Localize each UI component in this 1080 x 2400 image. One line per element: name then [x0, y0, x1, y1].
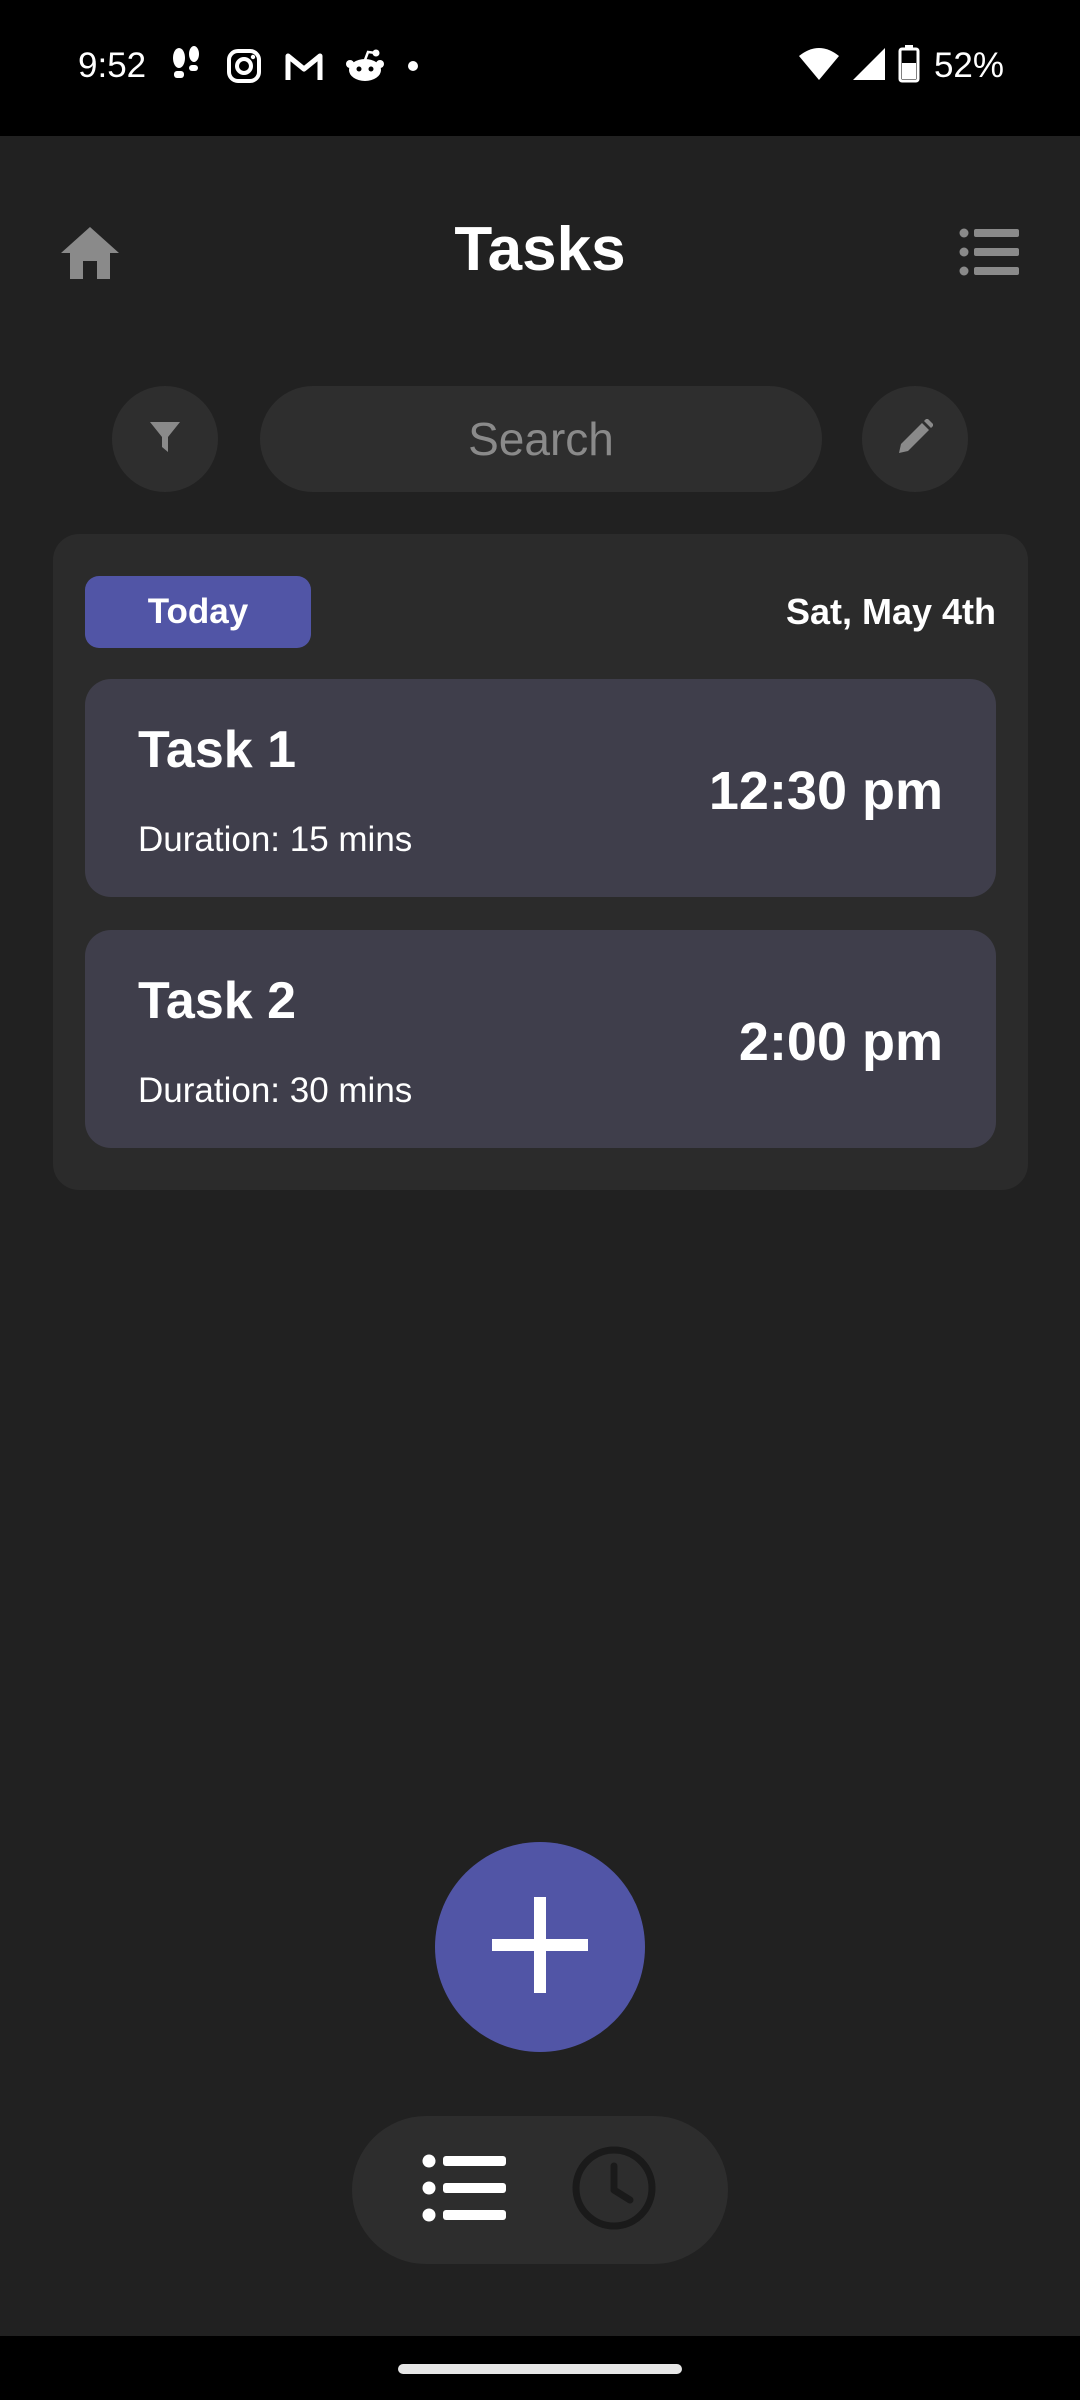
system-icons: 52%: [798, 44, 1004, 88]
plus-icon: [492, 1896, 588, 1998]
notification-icons: [168, 45, 420, 91]
status-time: 9:52: [78, 46, 147, 85]
task-card[interactable]: Task 1 Duration: 15 mins 12:30 pm: [85, 679, 996, 897]
bottom-nav: [352, 2116, 728, 2264]
filter-button[interactable]: [112, 386, 218, 492]
page-title: Tasks: [454, 215, 626, 284]
gesture-handle[interactable]: [398, 2364, 682, 2374]
search-box[interactable]: [260, 386, 822, 492]
edit-button[interactable]: [862, 386, 968, 492]
status-bar: 9:52 52%: [0, 0, 1080, 136]
today-badge: Today: [85, 576, 311, 648]
battery-percentage: 52%: [933, 46, 1004, 85]
task-duration: Duration: 30 mins: [138, 1071, 413, 1110]
task-card[interactable]: Task 2 Duration: 30 mins 2:00 pm: [85, 930, 996, 1148]
task-name: Task 2: [138, 972, 297, 1030]
gmail-icon: [284, 50, 324, 87]
task-duration: Duration: 15 mins: [138, 820, 413, 859]
group-date: Sat, May 4th: [785, 591, 996, 632]
search-input[interactable]: [286, 411, 796, 467]
instagram-icon: [226, 48, 262, 89]
dot-icon: [406, 59, 420, 78]
tasks-screen: 9:52 52% Tasks Search Today Sat, May 4th…: [0, 0, 1080, 2400]
list-icon: [422, 2154, 506, 2227]
task-time: 2:00 pm: [738, 1012, 943, 1072]
nav-clock-view[interactable]: [564, 2140, 664, 2240]
menu-button[interactable]: [956, 224, 1022, 284]
reddit-icon: [346, 48, 384, 89]
wifi-icon: [798, 47, 840, 86]
footsteps-icon: [168, 45, 204, 91]
task-name: Task 1: [138, 721, 297, 779]
signal-icon: [852, 47, 886, 86]
day-task-group: Today Sat, May 4th Task 1 Duration: 15 m…: [53, 534, 1028, 1190]
task-time: 12:30 pm: [708, 761, 943, 821]
filter-icon: [149, 420, 181, 459]
list-menu-icon: [959, 227, 1019, 282]
edit-icon: [897, 417, 934, 460]
add-task-button[interactable]: [435, 1842, 645, 2052]
clock-icon: [570, 2144, 658, 2237]
nav-list-view[interactable]: [414, 2140, 514, 2240]
battery-icon: [898, 44, 920, 88]
